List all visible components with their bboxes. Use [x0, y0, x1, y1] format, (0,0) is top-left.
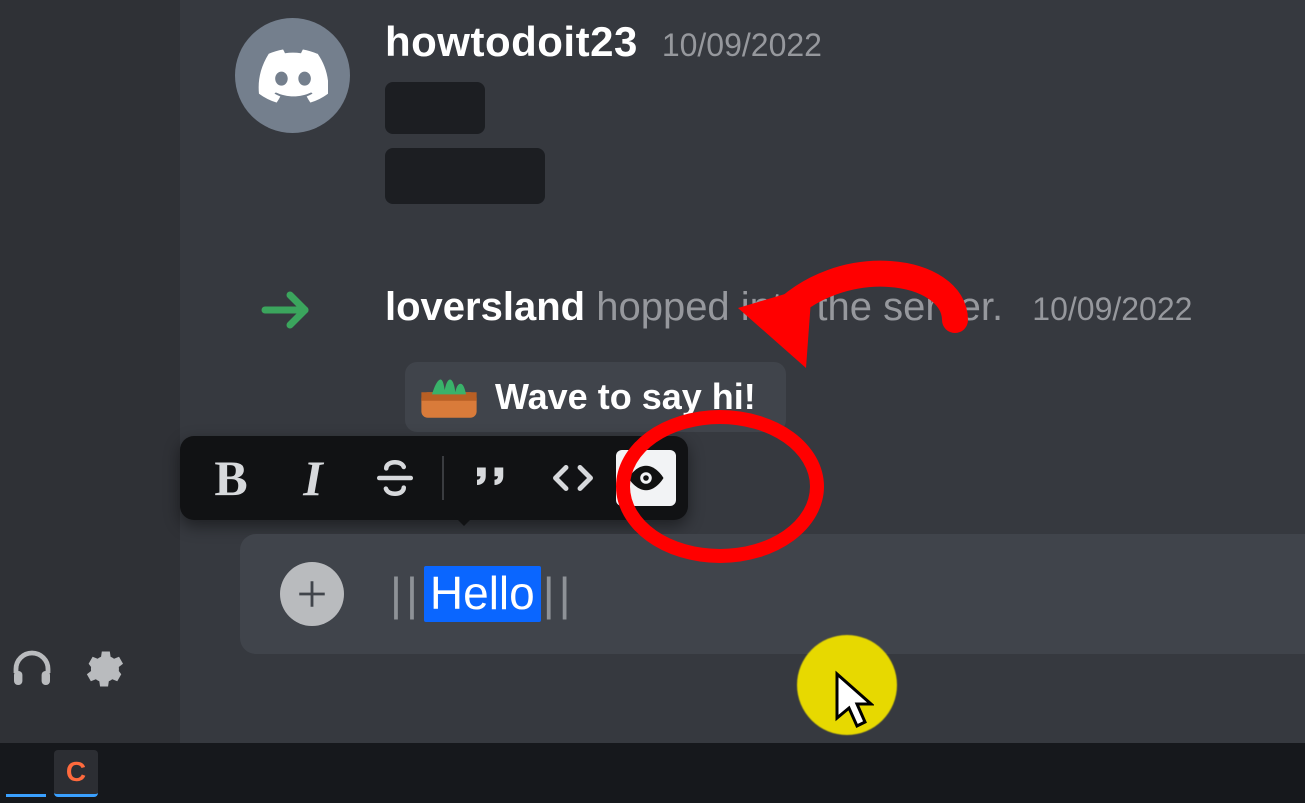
join-arrow-icon [260, 290, 320, 330]
left-sidebar [0, 0, 180, 803]
blockquote-button[interactable] [452, 446, 530, 510]
taskbar-app[interactable]: C [54, 750, 98, 797]
system-message-text: hopped into the server. [596, 285, 1003, 329]
username[interactable]: loversland [385, 285, 585, 329]
message-timestamp: 10/09/2022 [1032, 291, 1192, 327]
spoiler-marker: || [390, 567, 422, 621]
taskbar-app[interactable] [6, 750, 46, 797]
wave-label: Wave to say hi! [495, 376, 756, 418]
wave-to-say-hi-button[interactable]: Wave to say hi! [405, 362, 786, 432]
mouse-cursor-icon [832, 670, 874, 730]
selected-text: Hello [424, 566, 541, 622]
wave-emoji-icon [415, 371, 483, 423]
avatar[interactable] [235, 18, 350, 133]
system-join-message: loversland hopped into the server. 10/09… [385, 285, 1192, 330]
code-button[interactable] [534, 446, 612, 510]
username[interactable]: howtodoit23 [385, 18, 638, 66]
message-timestamp: 10/09/2022 [662, 27, 822, 64]
discord-logo-icon [258, 49, 328, 103]
spoiler-hidden[interactable] [385, 148, 545, 204]
bold-button[interactable]: B [192, 446, 270, 510]
message-input[interactable]: || Hello || [390, 566, 575, 622]
italic-button[interactable]: I [274, 446, 352, 510]
taskbar: C [0, 743, 1305, 803]
text-format-toolbar: B I [180, 436, 688, 520]
gear-icon[interactable] [80, 645, 128, 693]
spoiler-button[interactable] [616, 450, 676, 506]
spoiler-marker: || [543, 567, 575, 621]
toolbar-separator [442, 456, 444, 500]
message-input-bar: || Hello || [240, 534, 1305, 654]
add-attachment-button[interactable] [280, 562, 344, 626]
spoiler-hidden[interactable] [385, 82, 485, 134]
headphones-icon[interactable] [8, 645, 56, 693]
message-header: howtodoit23 10/09/2022 [385, 18, 822, 66]
chat-area: howtodoit23 10/09/2022 loversland hopped… [180, 0, 1305, 803]
strikethrough-button[interactable] [356, 446, 434, 510]
